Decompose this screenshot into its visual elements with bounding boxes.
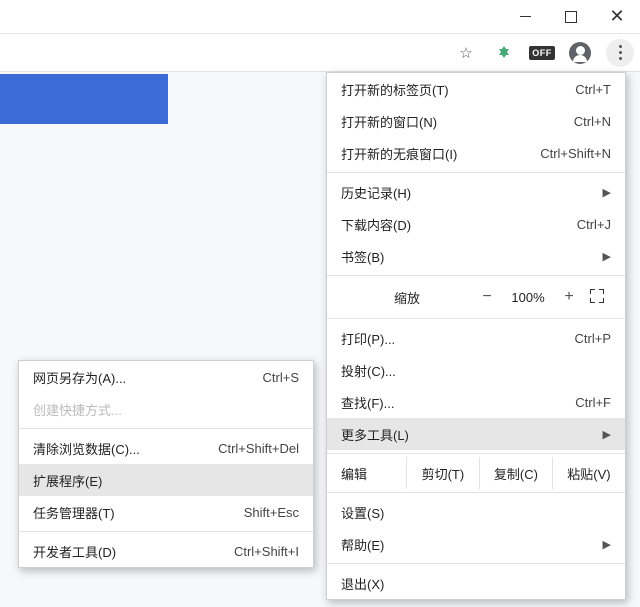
menu-settings[interactable]: 设置(S) <box>327 496 625 528</box>
submenu-arrow-icon: ▶ <box>603 186 611 199</box>
submenu-clear-data[interactable]: 清除浏览数据(C)... Ctrl+Shift+Del <box>19 432 313 464</box>
extension-icon[interactable] <box>492 41 516 65</box>
submenu-extensions[interactable]: 扩展程序(E) <box>19 464 313 496</box>
main-menu: 打开新的标签页(T) Ctrl+T 打开新的窗口(N) Ctrl+N 打开新的无… <box>326 72 626 600</box>
zoom-in-button[interactable]: + <box>555 288 583 306</box>
menu-shortcut: Ctrl+T <box>575 82 611 97</box>
profile-avatar-icon[interactable] <box>568 41 592 65</box>
menu-bookmarks[interactable]: 书签(B) ▶ <box>327 240 625 272</box>
submenu-task-manager[interactable]: 任务管理器(T) Shift+Esc <box>19 496 313 528</box>
menu-print[interactable]: 打印(P)... Ctrl+P <box>327 322 625 354</box>
fullscreen-button[interactable] <box>583 289 611 306</box>
menu-zoom: 缩放 − 100% + <box>327 279 625 315</box>
menu-new-tab[interactable]: 打开新的标签页(T) Ctrl+T <box>327 73 625 105</box>
menu-help[interactable]: 帮助(E) ▶ <box>327 528 625 560</box>
submenu-dev-tools[interactable]: 开发者工具(D) Ctrl+Shift+I <box>19 535 313 567</box>
menu-history[interactable]: 历史记录(H) ▶ <box>327 176 625 208</box>
edit-copy-button[interactable]: 复制(C) <box>479 457 552 489</box>
menu-new-window[interactable]: 打开新的窗口(N) Ctrl+N <box>327 105 625 137</box>
zoom-out-button[interactable]: − <box>473 288 501 306</box>
menu-edit-row: 编辑 剪切(T) 复制(C) 粘贴(V) <box>327 457 625 489</box>
edit-label: 编辑 <box>327 457 406 489</box>
submenu-save-as[interactable]: 网页另存为(A)... Ctrl+S <box>19 361 313 393</box>
edit-cut-button[interactable]: 剪切(T) <box>406 457 479 489</box>
menu-incognito[interactable]: 打开新的无痕窗口(I) Ctrl+Shift+N <box>327 137 625 169</box>
menu-exit[interactable]: 退出(X) <box>327 567 625 599</box>
browser-toolbar: ☆ OFF <box>0 34 640 72</box>
menu-downloads[interactable]: 下载内容(D) Ctrl+J <box>327 208 625 240</box>
bookmark-star-icon[interactable]: ☆ <box>454 41 478 65</box>
submenu-create-shortcut: 创建快捷方式... <box>19 393 313 425</box>
edit-paste-button[interactable]: 粘贴(V) <box>552 457 625 489</box>
menu-button[interactable] <box>606 39 634 67</box>
menu-label: 打开新的标签页(T) <box>341 80 547 99</box>
submenu-arrow-icon: ▶ <box>603 428 611 441</box>
menu-cast[interactable]: 投射(C)... <box>327 354 625 386</box>
zoom-value: 100% <box>501 290 555 305</box>
close-button[interactable]: ✕ <box>594 0 640 34</box>
submenu-arrow-icon: ▶ <box>603 250 611 263</box>
menu-find[interactable]: 查找(F)... Ctrl+F <box>327 386 625 418</box>
maximize-button[interactable] <box>548 0 594 34</box>
minimize-button[interactable] <box>502 0 548 34</box>
window-controls: ✕ <box>0 0 640 34</box>
menu-more-tools[interactable]: 更多工具(L) ▶ <box>327 418 625 450</box>
submenu-arrow-icon: ▶ <box>603 538 611 551</box>
more-tools-submenu: 网页另存为(A)... Ctrl+S 创建快捷方式... 清除浏览数据(C)..… <box>18 360 314 568</box>
zoom-label: 缩放 <box>341 288 473 307</box>
off-badge-icon[interactable]: OFF <box>530 41 554 65</box>
page-content-banner <box>0 74 168 124</box>
